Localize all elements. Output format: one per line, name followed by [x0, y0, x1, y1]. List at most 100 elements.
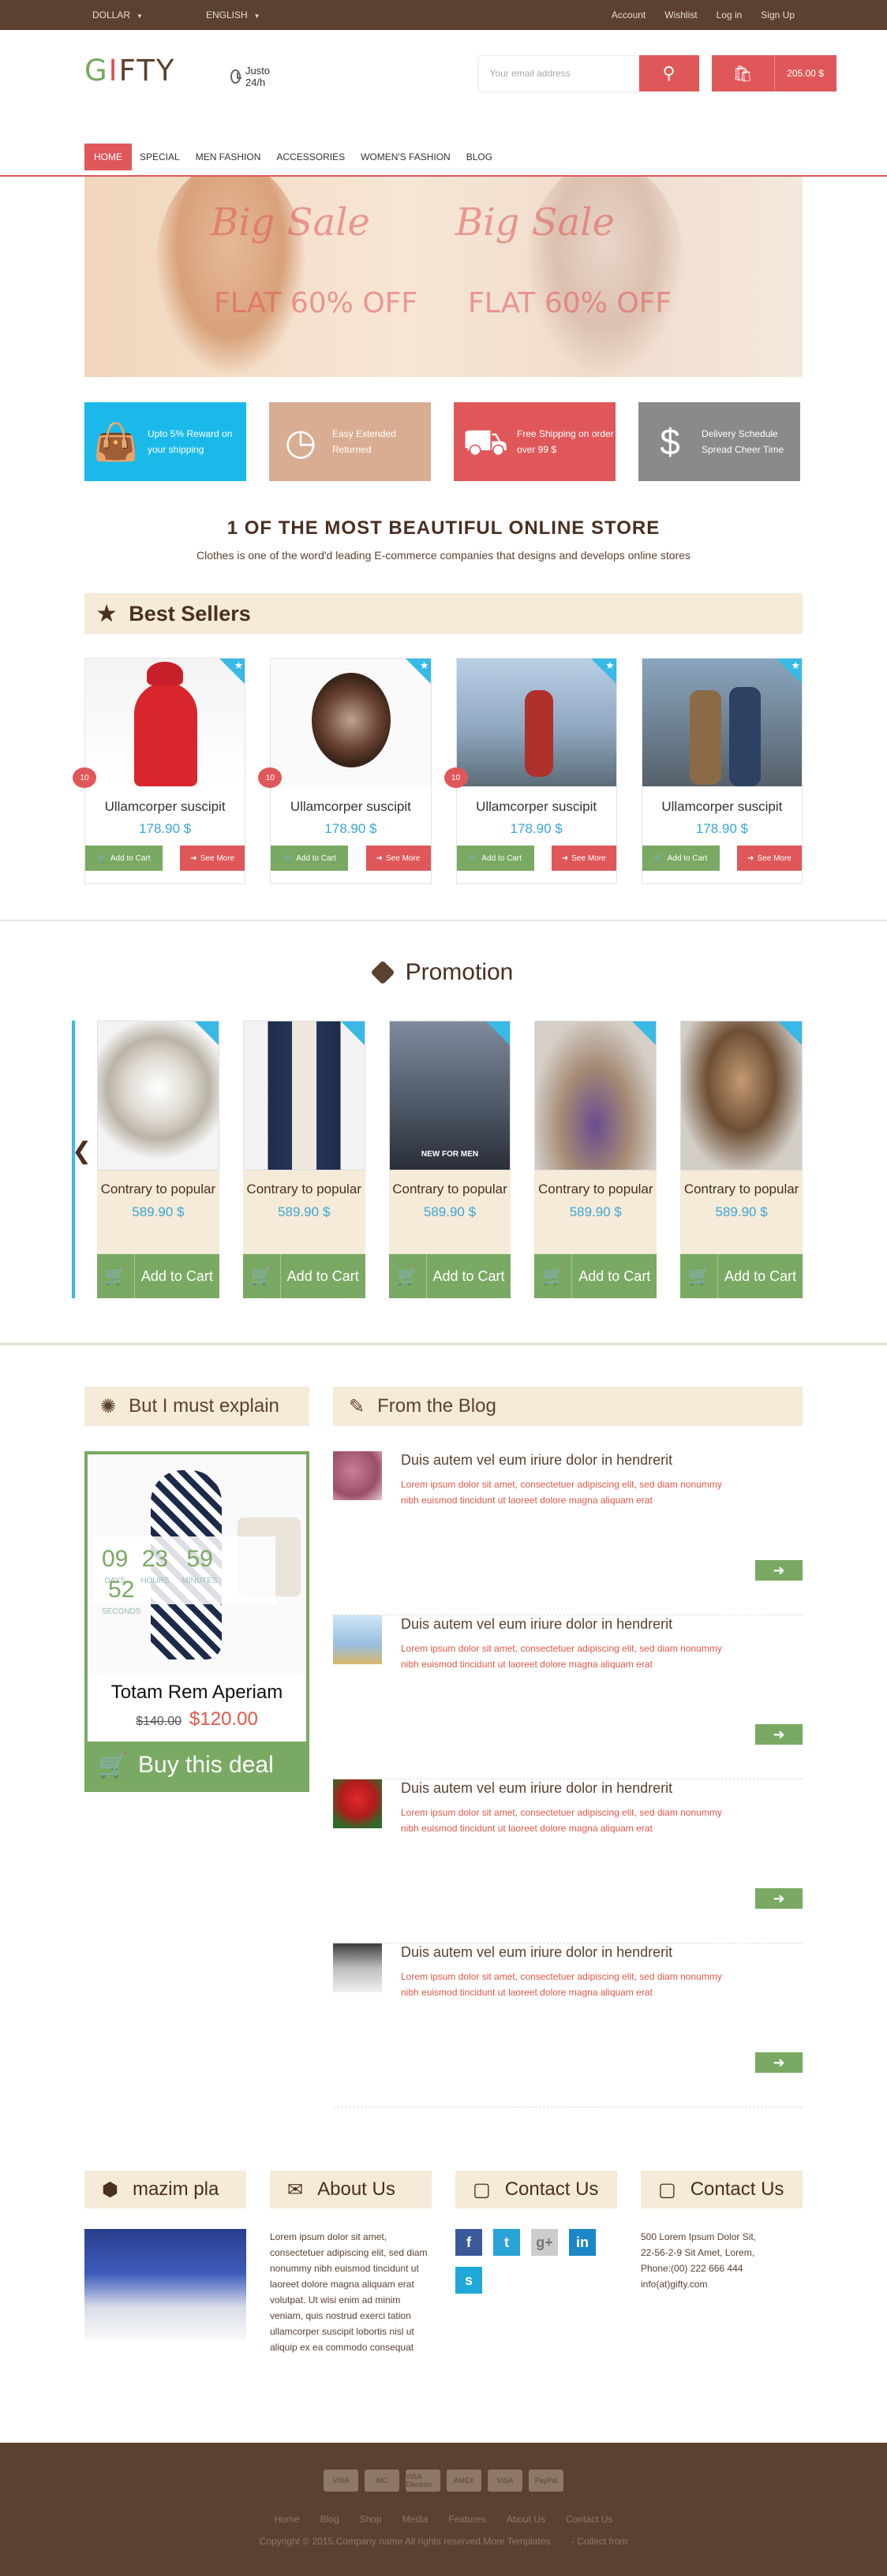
search-input[interactable]: Your email address: [477, 55, 639, 91]
promo-image[interactable]: [680, 1021, 803, 1170]
promo-card[interactable]: Contrary to popular 589.90 $ 🛒 Add to Car…: [242, 1021, 365, 1298]
blog-thumbnail[interactable]: [333, 1451, 382, 1500]
blog-post-title[interactable]: Duis autem vel eum iriure dolor in hendr…: [401, 1779, 728, 1797]
product-name[interactable]: Ullamcorper suscipit: [85, 799, 245, 815]
promo-name[interactable]: Contrary to popular: [243, 1182, 365, 1197]
nav-men-fashion[interactable]: MEN FASHION: [188, 144, 269, 170]
logo[interactable]: GIFTY: [84, 54, 175, 88]
blog-post-title[interactable]: Duis autem vel eum iriure dolor in hendr…: [401, 1943, 728, 1961]
basket-icon: 🛒: [468, 853, 479, 863]
product-image[interactable]: ★: [85, 659, 245, 786]
product-name[interactable]: Ullamcorper suscipit: [642, 799, 802, 815]
promo-card[interactable]: NEW FOR MEN Contrary to popular 589.90 $…: [388, 1021, 511, 1298]
footer-links: Home Blog Shop Media Features About Us C…: [0, 2514, 887, 2525]
feature-reward[interactable]: 👜 Upto 5% Reward on your shipping: [84, 402, 246, 481]
promo-name[interactable]: Contrary to popular: [97, 1182, 219, 1197]
heart-badge[interactable]: 10: [444, 767, 468, 788]
see-more-button[interactable]: ➜ See More: [551, 846, 616, 871]
wishlist-link[interactable]: Wishlist: [664, 9, 697, 21]
promo-card[interactable]: Contrary to popular 589.90 $ 🛒 Add to Car…: [534, 1021, 657, 1298]
product-image[interactable]: ★: [271, 659, 431, 786]
footer-link-blog[interactable]: Blog: [320, 2514, 339, 2525]
collect-link[interactable]: - Collect from: [571, 2536, 627, 2547]
hero-banner[interactable]: Big Sale FLAT 60% OFF Big Sale FLAT 60% …: [84, 177, 803, 377]
promo-card[interactable]: Contrary to popular 589.90 $ 🛒 Add to Car…: [680, 1021, 803, 1298]
cart-button[interactable]: 🛍 205.00 $: [711, 55, 836, 91]
cart-amount: 205.00 $: [787, 68, 824, 79]
blog-post-title[interactable]: Duis autem vel eum iriure dolor in hendr…: [401, 1615, 728, 1633]
google-plus-icon[interactable]: g+: [531, 2229, 558, 2256]
product-image[interactable]: ★: [456, 659, 616, 786]
read-more-arrow-button[interactable]: ➜: [755, 2052, 803, 2073]
skype-icon[interactable]: s: [455, 2267, 482, 2294]
promo-name[interactable]: Contrary to popular: [680, 1182, 803, 1197]
add-to-cart-button[interactable]: 🛒 Add to Cart: [242, 1254, 365, 1298]
search-button[interactable]: ⚲: [638, 55, 699, 91]
email-link[interactable]: info(at)gifty.com: [641, 2276, 803, 2292]
add-to-cart-button[interactable]: 🛒 Add to Cart: [534, 1254, 657, 1298]
signup-link[interactable]: Sign Up: [761, 9, 795, 21]
promo-name[interactable]: Contrary to popular: [389, 1182, 511, 1197]
promo-name[interactable]: Contrary to popular: [534, 1182, 657, 1197]
currency-select[interactable]: DOLLAR ▼: [92, 9, 143, 21]
deal-card[interactable]: 09 DAYS 23 HOURS 59 MINUTES 52 SECONDS Totam…: [84, 1451, 309, 1792]
search-icon: ⚲: [662, 63, 676, 83]
basket-icon: 🛒: [680, 1254, 719, 1298]
product-image[interactable]: ★: [642, 659, 802, 786]
spinner-icon: ✺: [100, 1395, 117, 1417]
blog-thumbnail[interactable]: [333, 1615, 382, 1664]
nav-home[interactable]: HOME: [84, 144, 132, 170]
twitter-icon[interactable]: t: [493, 2229, 520, 2256]
footer-link-features[interactable]: Features: [448, 2514, 485, 2525]
nav-blog[interactable]: BLOG: [458, 144, 500, 170]
feature-delivery[interactable]: $ Delivery Schedule Spread Cheer Time: [638, 402, 800, 481]
footer-link-about[interactable]: About Us: [507, 2514, 545, 2525]
deal-name[interactable]: Totam Rem Aperiam: [88, 1682, 306, 1704]
promo-image[interactable]: NEW FOR MEN: [388, 1021, 511, 1170]
blog-thumbnail[interactable]: [333, 1943, 382, 1992]
add-to-cart-button[interactable]: 🛒 Add to Cart: [642, 846, 720, 871]
store-image[interactable]: [84, 2229, 246, 2341]
add-to-cart-button[interactable]: 🛒 Add to Cart: [97, 1254, 219, 1298]
product-name[interactable]: Ullamcorper suscipit: [457, 799, 616, 815]
heart-badge[interactable]: 10: [73, 767, 96, 788]
read-more-arrow-button[interactable]: ➜: [755, 1724, 803, 1745]
promo-image[interactable]: [242, 1021, 365, 1170]
footer-link-shop[interactable]: Shop: [360, 2514, 382, 2525]
nav-special[interactable]: SPECIAL: [132, 144, 188, 170]
feature-returns[interactable]: ◷ Easy Extended Returned: [269, 402, 431, 481]
language-select[interactable]: ENGLISH ▼: [206, 9, 260, 21]
add-to-cart-button[interactable]: 🛒 Add to Cart: [271, 846, 349, 871]
feature-shipping[interactable]: ⛟ Free Shipping on order over 99 $: [454, 402, 616, 481]
see-more-button[interactable]: ➜ See More: [180, 846, 245, 871]
nav-accessories[interactable]: ACCESSORIES: [268, 144, 353, 170]
nav-womens-fashion[interactable]: WOMEN'S FASHION: [353, 144, 458, 170]
product-card[interactable]: ★ 10 Ullamcorper suscipit 178.90 $ 🛒 Add …: [258, 658, 432, 884]
add-to-cart-button[interactable]: 🛒 Add to Cart: [680, 1254, 803, 1298]
promo-image[interactable]: [534, 1021, 657, 1170]
promo-image[interactable]: [97, 1021, 219, 1170]
footer-link-home[interactable]: Home: [275, 2514, 300, 2525]
footer-col-store: ⬢ mazim pla: [84, 2171, 246, 2355]
blog-post-title[interactable]: Duis autem vel eum iriure dolor in hendr…: [401, 1451, 728, 1469]
add-to-cart-button[interactable]: 🛒 Add to Cart: [388, 1254, 511, 1298]
facebook-icon[interactable]: f: [455, 2229, 482, 2256]
login-link[interactable]: Log in: [717, 9, 743, 21]
read-more-arrow-button[interactable]: ➜: [755, 1560, 803, 1581]
linkedin-icon[interactable]: in: [569, 2229, 596, 2256]
footer-link-media[interactable]: Media: [402, 2514, 429, 2525]
footer-link-contact[interactable]: Contact Us: [566, 2514, 612, 2525]
add-to-cart-button[interactable]: 🛒 Add to Cart: [456, 846, 534, 871]
see-more-button[interactable]: ➜ See More: [737, 846, 802, 871]
buy-deal-button[interactable]: 🛒 Buy this deal: [88, 1742, 306, 1789]
see-more-button[interactable]: ➜ See More: [365, 846, 431, 871]
blog-thumbnail[interactable]: [333, 1779, 382, 1828]
add-to-cart-button[interactable]: 🛒 Add to Cart: [85, 846, 163, 871]
product-card[interactable]: ★ Ullamcorper suscipit 178.90 $ 🛒 Add to …: [641, 658, 803, 884]
product-card[interactable]: ★ 10 Ullamcorper suscipit 178.90 $ 🛒 Add …: [444, 658, 617, 884]
account-link[interactable]: Account: [612, 9, 646, 21]
promo-card[interactable]: Contrary to popular 589.90 $ 🛒 Add to Car…: [97, 1021, 219, 1298]
product-card[interactable]: ★ 10 Ullamcorper suscipit 178.90 $ 🛒 Add …: [73, 658, 246, 884]
read-more-arrow-button[interactable]: ➜: [755, 1888, 803, 1909]
product-name[interactable]: Ullamcorper suscipit: [271, 799, 430, 815]
